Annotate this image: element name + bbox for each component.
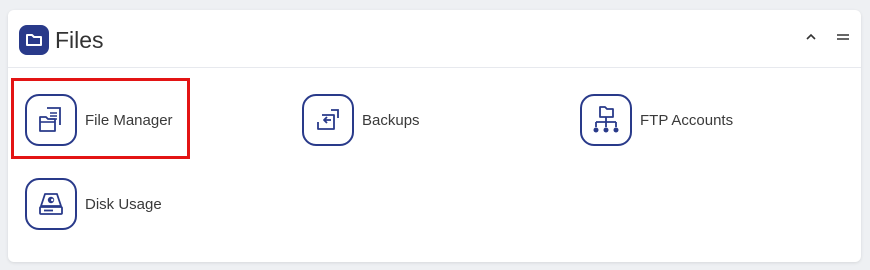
file-manager-label: File Manager [85,111,173,129]
disk-usage-item[interactable]: Disk Usage [25,178,162,230]
panel-header: Files [8,10,861,68]
disk-drive-icon [25,178,77,230]
file-manager-icon [25,94,77,146]
folder-icon [19,25,49,55]
chevron-up-icon[interactable] [801,27,821,47]
disk-usage-label: Disk Usage [85,195,162,213]
file-manager-item[interactable]: File Manager [25,94,173,146]
backups-label: Backups [362,111,420,129]
ftp-accounts-item[interactable]: FTP Accounts [580,94,733,146]
backup-icon [302,94,354,146]
backups-item[interactable]: Backups [302,94,420,146]
ftp-accounts-label: FTP Accounts [640,111,734,129]
hamburger-icon[interactable] [833,27,853,47]
panel-title: Files [55,27,104,53]
ftp-network-icon [580,94,632,146]
files-panel: Files File Manager Backups FTP Accounts … [8,10,861,262]
